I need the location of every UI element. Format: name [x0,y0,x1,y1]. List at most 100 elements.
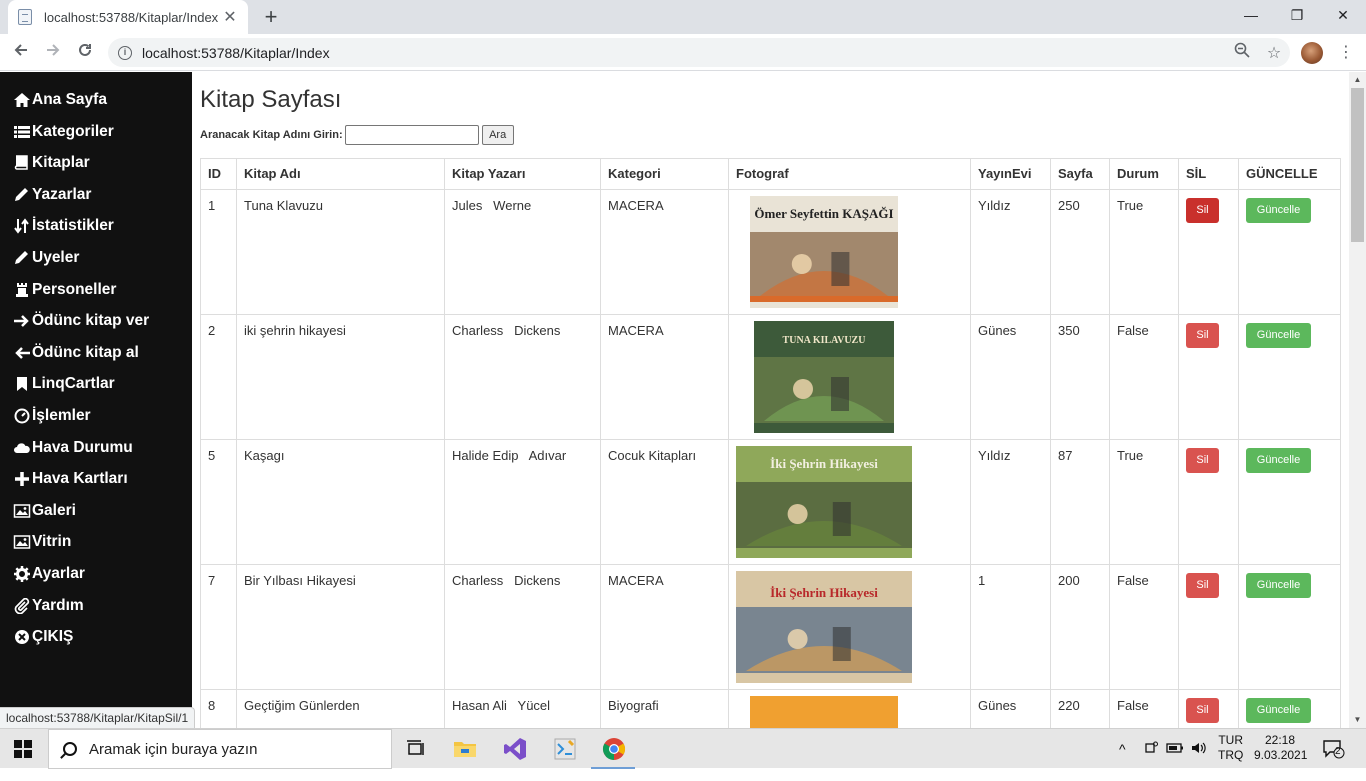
site-info-icon[interactable]: i [118,45,132,60]
scroll-down-icon[interactable]: ▼ [1349,712,1366,728]
notification-center-icon[interactable]: 2 [1322,739,1346,779]
browser-tab[interactable]: localhost:53788/Kitaplar/Index ✕ [8,0,248,34]
windows-start-icon[interactable] [14,740,32,758]
address-bar[interactable]: i localhost:53788/Kitaplar/Index ☆ [108,38,1290,67]
delete-button[interactable]: Sil [1186,698,1219,723]
clock-date: 9.03.2021 [1254,748,1308,762]
sidebar-item-ödünc-kitap-ver[interactable]: Ödünc kitap ver [12,309,149,333]
table-row: 2 iki şehrin hikayesi Charless Dickens MACE… [200,314,1341,440]
forward-button[interactable] [40,40,66,66]
sql-server-icon[interactable] [551,735,579,763]
new-tab-button[interactable]: + [258,4,284,30]
sidebar-item-ödünc-kitap-al[interactable]: Ödünc kitap al [12,341,139,365]
picture-icon [12,533,32,551]
delete-button[interactable]: Sil [1186,448,1219,473]
update-button[interactable]: Güncelle [1246,698,1311,723]
cell-pages: 200 [1050,564,1110,690]
close-tab-icon[interactable]: ✕ [222,7,238,27]
sidebar-item-ayarlar[interactable]: Ayarlar [12,562,85,586]
sidebar-item-kategoriler[interactable]: Kategoriler [12,120,114,144]
header-delete: SİL [1178,158,1239,190]
sidebar-item-galeri[interactable]: Galeri [12,499,76,523]
battery-icon[interactable] [1166,740,1184,780]
svg-text:İki Şehrin Hikayesi: İki Şehrin Hikayesi [770,456,878,471]
header-update: GÜNCELLE [1238,158,1341,190]
cell-category: MACERA [600,314,729,440]
page-title: Kitap Sayfası [200,86,342,113]
sidebar-item-ana-sayfa[interactable]: Ana Sayfa [12,88,107,112]
sidebar-item-hava-durumu[interactable]: Hava Durumu [12,436,133,460]
table-header-row: ID Kitap Adı Kitap Yazarı Kategori Fotog… [200,158,1341,190]
sidebar-item-label: Galeri [32,501,76,519]
cloud-icon [12,439,32,457]
update-button[interactable]: Güncelle [1246,573,1311,598]
cell-id: 5 [200,439,237,565]
delete-button[interactable]: Sil [1186,198,1219,223]
sidebar-item-linqcartlar[interactable]: LinqCartlar [12,372,115,396]
update-button[interactable]: Güncelle [1246,198,1311,223]
delete-button[interactable]: Sil [1186,323,1219,348]
page-scrollbar[interactable]: ▲ ▼ [1349,72,1366,728]
taskbar-search-placeholder[interactable]: Aramak için buraya yazın [89,741,257,758]
update-button[interactable]: Güncelle [1246,448,1311,473]
sidebar-item-kitaplar[interactable]: Kitaplar [12,151,90,175]
delete-button[interactable]: Sil [1186,573,1219,598]
sort-icon [12,217,32,235]
language-code: TUR [1218,733,1243,747]
book-cover-image [736,696,963,728]
search-input[interactable] [344,125,479,145]
sidebar-item-uyeler[interactable]: Uyeler [12,246,79,270]
search-button[interactable]: Ara [481,125,514,145]
chrome-icon[interactable] [600,735,628,763]
maximize-button[interactable]: ❐ [1274,0,1320,32]
sidebar-item-yazarlar[interactable]: Yazarlar [12,183,91,207]
books-table: ID Kitap Adı Kitap Yazarı Kategori Fotog… [200,158,1341,728]
clock[interactable]: 22:18 9.03.2021 [1254,733,1308,773]
scroll-up-icon[interactable]: ▲ [1349,72,1366,88]
scrollbar-thumb[interactable] [1351,88,1364,242]
sidebar-item-çikiş[interactable]: ÇIKIŞ [12,625,73,649]
cell-pages: 87 [1050,439,1110,565]
cell-author: Charless Dickens [444,314,601,440]
sidebar-item-hava-kartları[interactable]: Hava Kartları [12,467,128,491]
file-explorer-icon[interactable] [451,735,479,763]
show-hidden-icons-icon[interactable]: ^ [1119,741,1126,781]
task-view-icon[interactable] [402,735,430,763]
network-device-icon[interactable] [1143,740,1159,780]
sidebar-item-i-statistikler[interactable]: İstatistikler [12,214,114,238]
sidebar-item-i-şlemler[interactable]: İşlemler [12,404,91,428]
search-icon [63,742,77,756]
visual-studio-icon[interactable] [501,735,529,763]
close-window-button[interactable]: ✕ [1320,0,1366,32]
table-row: 5 Kaşagı Halide Edip Adıvar Cocuk Kitapları… [200,439,1341,565]
sidebar-item-personeller[interactable]: Personeller [12,278,116,302]
reload-button[interactable] [72,40,98,66]
minimize-button[interactable]: — [1228,0,1274,32]
taskbar-search-box[interactable]: Aramak için buraya yazın [48,729,392,769]
reload-icon [79,43,91,56]
sidebar-item-label: LinqCartlar [32,375,115,393]
bookmark-star-icon[interactable]: ☆ [1258,43,1290,63]
cell-delete: Sil [1178,189,1239,315]
cell-status: True [1109,439,1179,565]
volume-icon[interactable] [1190,740,1208,780]
zoom-icon[interactable] [1226,42,1258,63]
sidebar-item-yardım[interactable]: Yardım [12,594,84,618]
update-button[interactable]: Güncelle [1246,323,1311,348]
profile-avatar[interactable] [1301,42,1323,64]
cell-category: Biyografi [600,689,729,728]
windows-taskbar: Aramak için buraya yazın ^ TUR TRQ 22:18… [0,728,1366,769]
cell-status: False [1109,564,1179,690]
sidebar-item-label: Hava Kartları [32,470,128,488]
back-button[interactable] [8,40,34,66]
notification-count: 2 [1335,746,1341,757]
input-language[interactable]: TUR TRQ [1218,733,1243,773]
back-arrow-icon [14,44,27,56]
svg-text:İki Şehrin Hikayesi: İki Şehrin Hikayesi [770,585,878,600]
browser-menu-icon[interactable]: ⋮ [1338,40,1354,66]
cell-id: 2 [200,314,237,440]
cell-photo: Ömer Seyfettin KAŞAĞI [728,189,971,315]
sidebar-item-vitrin[interactable]: Vitrin [12,530,71,554]
dashboard-icon [12,407,32,425]
address-url[interactable]: localhost:53788/Kitaplar/Index [142,45,1226,61]
